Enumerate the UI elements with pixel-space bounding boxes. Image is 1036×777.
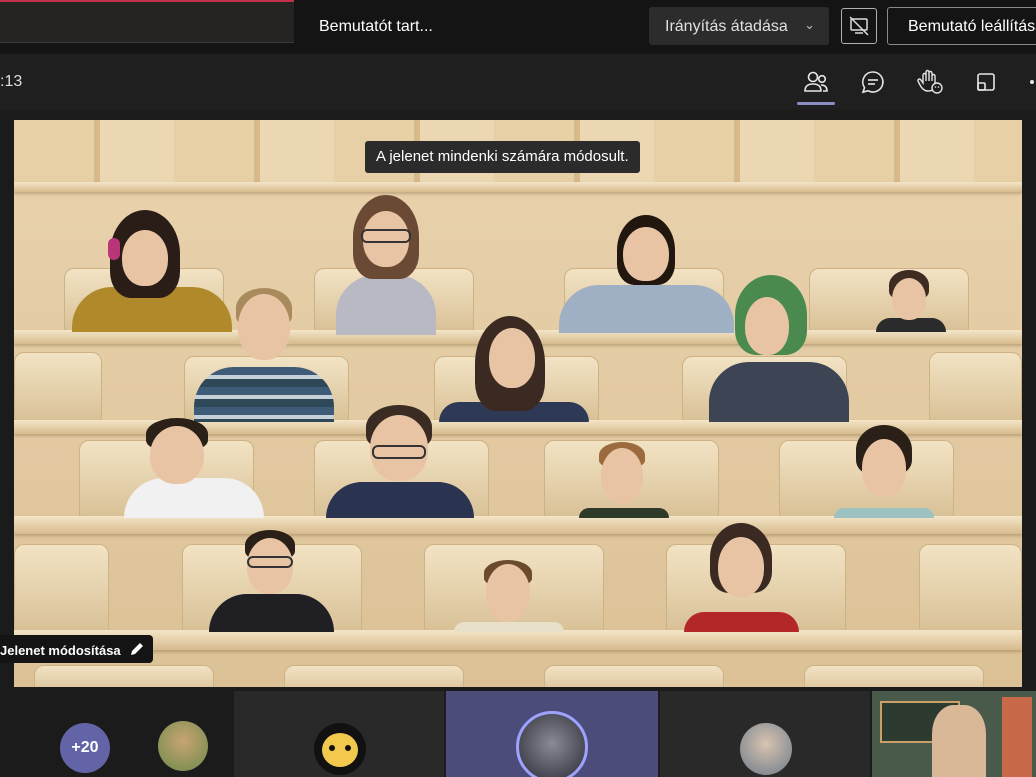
view-button[interactable] — [970, 66, 1002, 98]
participant-video[interactable] — [709, 275, 849, 422]
chevron-down-icon: ⌄ — [804, 17, 815, 32]
screen-share-off-icon — [849, 16, 869, 36]
more-actions-button[interactable] — [1026, 66, 1036, 98]
stop-screen-share-button[interactable] — [841, 8, 877, 44]
participant-video[interactable] — [124, 418, 264, 518]
participant-video[interactable] — [834, 425, 934, 518]
stop-presenting-button[interactable]: Bemutató leállítása — [887, 7, 1036, 45]
participant-video[interactable] — [876, 270, 946, 332]
people-button[interactable] — [797, 66, 835, 105]
handover-control-button[interactable]: Irányítás átadása ⌄ — [649, 7, 829, 45]
participant-video[interactable] — [194, 288, 334, 422]
classroom-decor — [1002, 697, 1032, 777]
chat-button[interactable] — [857, 66, 889, 98]
people-icon — [804, 71, 828, 92]
handover-label: Irányítás átadása — [665, 18, 788, 35]
presenting-status: Bemutatót tart... — [319, 18, 433, 35]
reactions-button[interactable] — [914, 66, 946, 98]
change-scene-label: Jelenet módosítása — [0, 643, 121, 658]
pencil-icon — [131, 643, 144, 655]
emoji-avatar — [314, 723, 366, 775]
participant-video[interactable] — [326, 405, 474, 518]
participant-strip: +20 — [0, 688, 1036, 777]
seat — [544, 665, 724, 687]
seat — [14, 352, 102, 422]
speaker-avatar — [516, 711, 588, 777]
seat — [929, 352, 1022, 422]
window-tab[interactable] — [0, 2, 294, 43]
active-speaker-tile[interactable] — [446, 691, 658, 777]
participant-tile[interactable] — [234, 691, 444, 777]
participant-avatar[interactable] — [158, 721, 208, 771]
seat — [14, 544, 109, 632]
seat — [34, 665, 214, 687]
more-participants-badge[interactable]: +20 — [60, 723, 110, 773]
seat — [919, 544, 1022, 632]
tier-ledge — [14, 630, 1022, 650]
self-video-tile[interactable] — [872, 691, 1036, 777]
seat — [284, 665, 464, 687]
rooms-icon — [977, 73, 995, 91]
tier-ledge — [14, 516, 1022, 534]
change-scene-button[interactable]: Jelenet módosítása — [0, 635, 154, 663]
participant-video[interactable] — [336, 195, 436, 335]
participant-tile[interactable] — [660, 691, 870, 777]
participant-avatar — [740, 723, 792, 775]
presenter-bar: Bemutatót tart... Irányítás átadása ⌄ Be… — [0, 0, 1036, 54]
chat-icon — [861, 71, 884, 94]
raise-hand-icon — [917, 69, 943, 94]
seat — [804, 665, 984, 687]
back-wall-ledge — [14, 182, 1022, 192]
self-video-person — [932, 705, 986, 777]
participant-video[interactable] — [209, 530, 334, 632]
scene-changed-toast: A jelenet mindenki számára módosult. — [365, 141, 640, 173]
meeting-header: :13 — [0, 54, 1036, 110]
participant-video[interactable] — [579, 442, 669, 518]
together-mode-stage: A jelenet mindenki számára módosult. — [14, 120, 1022, 687]
meeting-timer: :13 — [0, 73, 23, 90]
more-icon — [1030, 80, 1034, 84]
overflow-tile: +20 — [0, 691, 232, 777]
participant-video[interactable] — [684, 523, 799, 632]
teams-window: Bemutatót tart... Irányítás átadása ⌄ Be… — [0, 0, 1036, 777]
participant-video[interactable] — [454, 560, 564, 632]
